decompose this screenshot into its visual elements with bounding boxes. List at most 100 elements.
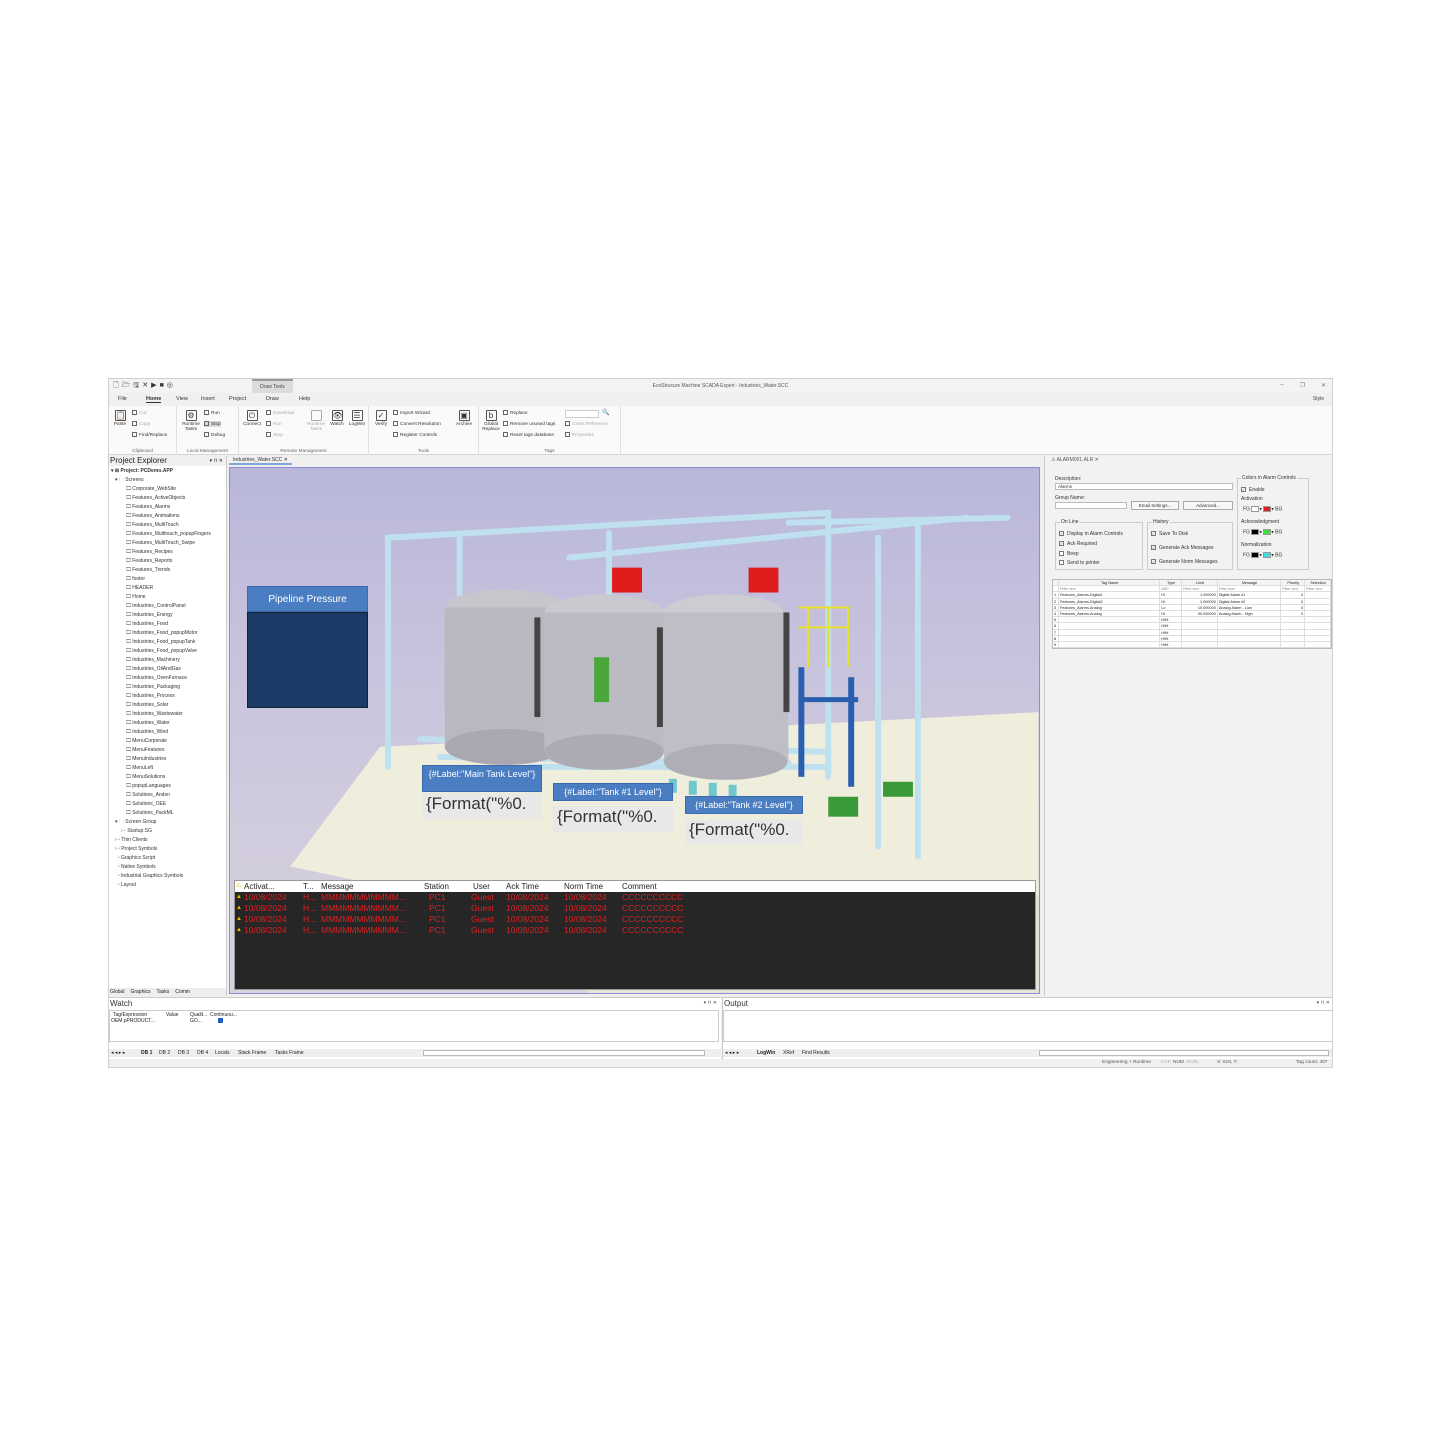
tree-screen-item[interactable]: 🖵 Industries_ControlPanel: [109, 602, 226, 611]
tab-db3[interactable]: DB 3: [178, 1049, 189, 1057]
main-tank-level-value[interactable]: {Format("%0.: [422, 793, 542, 819]
tree-screen-item[interactable]: 🖵 MenuFeatures: [109, 746, 226, 755]
tree-screen-item[interactable]: 🖵 Features_Trends: [109, 566, 226, 575]
alarm-control[interactable]: ⚠ Activat... T... Message Station User A…: [234, 880, 1036, 990]
tree-screen-item[interactable]: 🖵 Industries_OilAndGas: [109, 665, 226, 674]
tree-screen-item[interactable]: 🖵 MenuIndustries: [109, 755, 226, 764]
tree-screen-item[interactable]: 🖵 Industries_Packaging: [109, 683, 226, 692]
pipeline-pressure-display[interactable]: [247, 612, 368, 708]
nav-arrows[interactable]: ◂ ◂ ▸ ▸: [111, 1049, 125, 1057]
tab-db1[interactable]: DB 1: [141, 1049, 152, 1057]
remote-stop-button[interactable]: Stop: [266, 432, 283, 438]
tree-screen-item[interactable]: 🖵 Solutions_PackML: [109, 809, 226, 818]
tab-global[interactable]: Global: [110, 988, 124, 996]
nav-arrows[interactable]: ◂ ◂ ▸ ▸: [725, 1049, 739, 1057]
tab-home[interactable]: Home: [146, 396, 162, 403]
tree-screen-item[interactable]: 🖵 MenuLeft: [109, 764, 226, 773]
tab-locals[interactable]: Locals: [215, 1049, 229, 1057]
run-button[interactable]: Run: [204, 410, 220, 416]
group-name-input[interactable]: [1055, 502, 1127, 509]
tree-screen-item[interactable]: 🖵 Industries_Energy: [109, 611, 226, 620]
tab-db4[interactable]: DB 4: [197, 1049, 208, 1057]
tree-screen-item[interactable]: 🖵 Industries_Food: [109, 620, 226, 629]
col-ack-time[interactable]: Ack Time: [506, 881, 539, 892]
alarm-row[interactable]: ▲ 10/08/2024 H... MMMMMMMMMMM... PC1 Guest 10/…: [235, 892, 1035, 903]
description-input[interactable]: Alarms: [1055, 483, 1233, 490]
tank1-level-value[interactable]: {Format("%0.: [553, 806, 673, 832]
tab-project[interactable]: Project: [229, 396, 246, 402]
tree-screens[interactable]: ▾ 🗀 Screens: [109, 476, 226, 485]
tab-comm[interactable]: Comm: [175, 988, 190, 996]
output-text-area[interactable]: [723, 1010, 1332, 1042]
tab-file[interactable]: File: [118, 396, 127, 402]
replace-button[interactable]: Replace: [503, 410, 528, 416]
advanced-button[interactable]: Advanced...: [1183, 501, 1233, 510]
col-comment[interactable]: Comment: [622, 881, 657, 892]
tab-insert[interactable]: Insert: [201, 396, 215, 402]
tree-startup[interactable]: › ▫ Startup.SG: [109, 827, 226, 836]
watch-hscrollbar[interactable]: [423, 1050, 705, 1056]
grid-row[interactable]: 9 HiHi: [1053, 641, 1331, 649]
connect-button[interactable]: ⏻ Connect: [242, 410, 262, 427]
tab-industries-water[interactable]: Industries_Water.SCC ✕: [229, 456, 292, 465]
tree-screen-item[interactable]: 🖵 Industries_Wastewater: [109, 710, 226, 719]
tree-screen-item[interactable]: 🖵 Features_Recipes: [109, 548, 226, 557]
reset-tags-button[interactable]: Reset tags database: [503, 432, 554, 438]
convert-resolution-button[interactable]: Convert Resolution: [393, 421, 441, 427]
tab-logwin[interactable]: LogWin: [757, 1049, 775, 1057]
tree-screen-item[interactable]: 🖵 Solutions_Andon: [109, 791, 226, 800]
tree-screen-item[interactable]: 🖵 popupLanguages: [109, 782, 226, 791]
tree-screen-item[interactable]: 🖵 Solutions_OEE: [109, 800, 226, 809]
archive-button[interactable]: ▣ Archive: [453, 410, 475, 427]
tree-screen-item[interactable]: 🖵 Features_MultiTouch: [109, 521, 226, 530]
import-wizard-button[interactable]: Import Wizard: [393, 410, 430, 416]
alarm-row[interactable]: ▲ 10/08/2024 H... MMMMMMMMMMM... PC1 Guest 10/…: [235, 925, 1035, 936]
col-type[interactable]: T...: [303, 881, 314, 892]
tree-screen-item[interactable]: 🖵 Features_Reports: [109, 557, 226, 566]
tree-screen-item[interactable]: 🖵 Industries_Process: [109, 692, 226, 701]
activation-colors[interactable]: FG ▾ ▾ BG: [1243, 506, 1282, 512]
tree-screen-item[interactable]: 🖵 Features_Animations: [109, 512, 226, 521]
continuous-checkbox[interactable]: [218, 1018, 223, 1023]
tab-graphics[interactable]: Graphics: [130, 988, 150, 996]
alarm-tag-grid[interactable]: Tag Name Type Limit Message Priority Sel…: [1052, 579, 1332, 650]
pipeline-pressure-title[interactable]: Pipeline Pressure: [247, 586, 368, 612]
tab-db2[interactable]: DB 2: [159, 1049, 170, 1057]
verify-button[interactable]: ✓ Verify: [372, 410, 390, 427]
tab-alarm001[interactable]: ⚠ ALARM001.ALR ✕: [1051, 456, 1099, 465]
tank1-level-label[interactable]: {#Label:"Tank #1 Level"}: [553, 783, 673, 801]
output-hscrollbar[interactable]: [1039, 1050, 1329, 1056]
col-activation[interactable]: Activat...: [244, 881, 275, 892]
tree-screen-item[interactable]: 🖵 Industries_Solar: [109, 701, 226, 710]
enable-checkbox[interactable]: ✓ Enable: [1241, 487, 1265, 493]
tree-screen-item[interactable]: 🖵 Industries_Food_popupMotor: [109, 629, 226, 638]
paste-button[interactable]: 📋 Paste: [112, 410, 128, 427]
tree-screen-item[interactable]: 🖵 Features_MultiTouch_Swipe: [109, 539, 226, 548]
tree-node[interactable]: ▫ Native Symbols: [109, 863, 226, 872]
global-replace-button[interactable]: b Global Replace: [481, 410, 501, 432]
tab-view[interactable]: View: [176, 396, 188, 402]
tree-screen-item[interactable]: 🖵 Industries_OvenFurnace: [109, 674, 226, 683]
display-in-alarm-controls-checkbox[interactable]: ✓ Display in Alarm Controls: [1059, 531, 1123, 537]
tree-node[interactable]: ▫ Graphics Script: [109, 854, 226, 863]
tree-screen-item[interactable]: 🖵 MenuSolutions: [109, 773, 226, 782]
alarm-row[interactable]: ▲ 10/08/2024 H... MMMMMMMMMMM... PC1 Guest 10/…: [235, 903, 1035, 914]
tree-node[interactable]: ▫ Layout: [109, 881, 226, 890]
alarm-row[interactable]: ▲ 10/08/2024 H... MMMMMMMMMMM... PC1 Guest 10/…: [235, 914, 1035, 925]
watch-table[interactable]: Tag/Expression Value Qualit... Continuou…: [109, 1010, 719, 1042]
tree-node[interactable]: › ▫ Project Symbols: [109, 845, 226, 854]
send-to-printer-checkbox[interactable]: Send to printer: [1059, 560, 1100, 566]
tree-screen-item[interactable]: 🖵 Home: [109, 593, 226, 602]
runtime-tasks-button[interactable]: ⚙ Runtime Tasks: [180, 410, 202, 432]
remote-runtime-tasks-button[interactable]: Runtime Tasks: [305, 410, 327, 432]
minimize-button[interactable]: –: [1280, 382, 1283, 389]
copy-button[interactable]: Copy: [132, 421, 150, 427]
tree-screen-item[interactable]: 🖵 footer: [109, 575, 226, 584]
tree-screen-item[interactable]: 🖵 MenuCorporate: [109, 737, 226, 746]
register-controls-button[interactable]: Register Controls: [393, 432, 437, 438]
generate-ack-messages-checkbox[interactable]: ✓ Generate Ack Messages: [1151, 545, 1213, 551]
remove-unused-tags-button[interactable]: Remove unused tags: [503, 421, 555, 427]
tree-screen-item[interactable]: 🖵 Industries_Machinery: [109, 656, 226, 665]
col-station[interactable]: Station: [424, 881, 449, 892]
beep-checkbox[interactable]: Beep: [1059, 551, 1079, 557]
